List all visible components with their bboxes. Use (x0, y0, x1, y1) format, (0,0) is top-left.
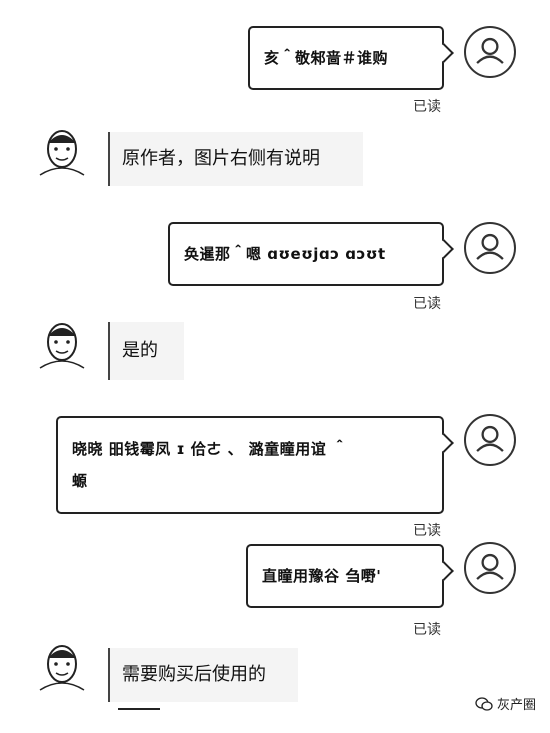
outgoing-message-bubble[interactable]: 亥＾敬邾啬＃谁购 (248, 26, 444, 90)
contact-avatar-icon[interactable] (34, 123, 90, 179)
read-receipt: 已读 (413, 296, 441, 312)
watermark-text: 灰产圈 (496, 698, 536, 713)
wechat-icon (475, 696, 493, 711)
user-avatar-icon[interactable] (464, 222, 516, 274)
message-text: 奂暹那＾嗯 ɑʊeʊjɑɔ ɑɔʊt (184, 245, 386, 263)
message-text: 需要购买后使用的 (122, 664, 266, 685)
read-receipt: 已读 (413, 99, 441, 115)
incoming-message-bubble[interactable]: 原作者，图片右侧有说明 (108, 132, 363, 186)
message-text: 亥＾敬邾啬＃谁购 (264, 49, 389, 67)
incoming-message-bubble[interactable]: 是的 (108, 322, 184, 380)
message-text: 原作者，图片右侧有说明 (122, 148, 320, 169)
read-receipt: 已读 (413, 523, 441, 539)
contact-avatar-icon[interactable] (34, 316, 90, 372)
message-text: 直瞳用豫谷 刍嘢' (262, 567, 382, 585)
message-text-line: 螈 (72, 472, 88, 490)
user-avatar-icon[interactable] (464, 414, 516, 466)
read-receipt: 已读 (413, 622, 441, 638)
outgoing-message-bubble[interactable]: 奂暹那＾嗯 ɑʊeʊjɑɔ ɑɔʊt (168, 222, 444, 286)
user-avatar-icon[interactable] (464, 542, 516, 594)
contact-avatar-icon[interactable] (34, 638, 90, 694)
outgoing-message-bubble[interactable]: 晓晓 昍钱霉凤 ɪ 佮ㄜ 、 潞童瞳用谊 ＾ 螈 (56, 416, 444, 514)
incoming-message-bubble[interactable]: 需要购买后使用的 (108, 648, 298, 702)
user-avatar-icon[interactable] (464, 26, 516, 78)
message-text-line: 晓晓 昍钱霉凤 ɪ 佮ㄜ 、 潞童瞳用谊 ＾ (72, 440, 348, 458)
message-text: 是的 (122, 340, 158, 361)
bubble-underline (118, 708, 160, 710)
watermark: 灰产圈 (475, 694, 536, 713)
outgoing-message-bubble[interactable]: 直瞳用豫谷 刍嘢' (246, 544, 444, 608)
